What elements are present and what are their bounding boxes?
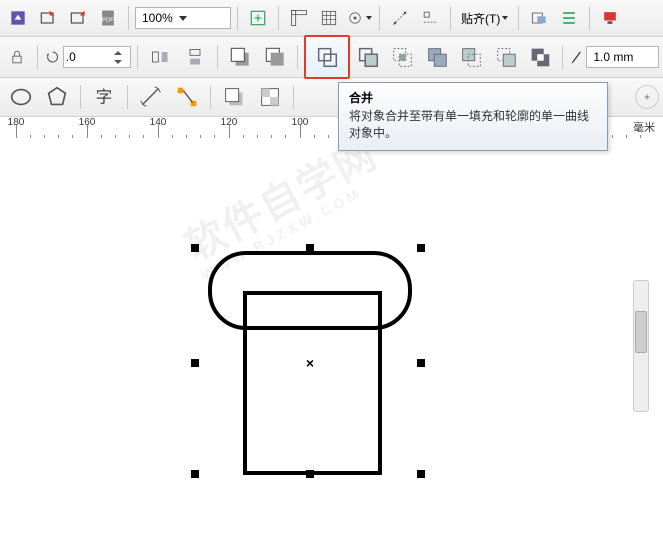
simplify-icon[interactable] bbox=[421, 41, 453, 73]
app-launcher-icon[interactable] bbox=[596, 4, 624, 32]
mirror-vertical-icon[interactable] bbox=[179, 41, 211, 73]
weld-tooltip: 合并 将对象合并至带有单一填充和轮廓的单一曲线对象中。 bbox=[338, 82, 608, 151]
ellipse-tool-icon[interactable] bbox=[4, 81, 38, 113]
import-icon[interactable] bbox=[34, 4, 62, 32]
alignment-guides-icon[interactable] bbox=[416, 4, 444, 32]
toolbar-row-2: 1.0 mm bbox=[0, 37, 663, 78]
selection-handle[interactable] bbox=[306, 470, 314, 478]
show-grid-icon[interactable] bbox=[315, 4, 343, 32]
snap-label: 贴齐(T) bbox=[461, 10, 500, 27]
rotation-spinner[interactable] bbox=[63, 46, 132, 68]
outline-pen-icon bbox=[569, 47, 584, 67]
tooltip-description: 将对象合并至带有单一填充和轮廓的单一曲线对象中。 bbox=[349, 108, 597, 142]
connector-tool-icon[interactable] bbox=[170, 81, 204, 113]
selection-handle[interactable] bbox=[417, 244, 425, 252]
dynamic-guides-icon[interactable] bbox=[386, 4, 414, 32]
zoom-value: 100% bbox=[142, 11, 173, 25]
back-minus-front-icon[interactable] bbox=[489, 41, 521, 73]
pdf-icon[interactable]: PDF bbox=[94, 4, 122, 32]
show-guides-icon[interactable] bbox=[345, 4, 373, 32]
chevron-down-icon bbox=[179, 16, 187, 21]
fullscreen-icon[interactable] bbox=[244, 4, 272, 32]
drop-shadow-icon[interactable] bbox=[217, 81, 251, 113]
intersect-icon[interactable] bbox=[386, 41, 418, 73]
vertical-scrollbar[interactable] bbox=[633, 280, 649, 412]
rotation-icon bbox=[44, 48, 61, 66]
toolbar-row-1: PDF 100% 贴齐(T) bbox=[0, 0, 663, 37]
text-tool-icon[interactable]: 字 bbox=[87, 81, 121, 113]
selection-group[interactable]: × bbox=[195, 248, 425, 478]
object-properties-icon[interactable] bbox=[555, 4, 583, 32]
mirror-horizontal-icon[interactable] bbox=[144, 41, 176, 73]
lock-icon[interactable] bbox=[4, 43, 31, 71]
overflow-icon[interactable] bbox=[635, 85, 659, 109]
selection-handle[interactable] bbox=[417, 470, 425, 478]
transparency-icon[interactable] bbox=[253, 81, 287, 113]
zoom-combo[interactable]: 100% bbox=[135, 7, 231, 29]
front-minus-back-icon[interactable] bbox=[455, 41, 487, 73]
scrollbar-thumb[interactable] bbox=[635, 311, 647, 353]
boundary-icon[interactable] bbox=[524, 41, 556, 73]
launch-icon[interactable] bbox=[4, 4, 32, 32]
show-rulers-icon[interactable] bbox=[285, 4, 313, 32]
chevron-down-icon bbox=[502, 16, 508, 20]
outline-width-value: 1.0 mm bbox=[593, 50, 633, 64]
rotation-input[interactable] bbox=[64, 50, 112, 64]
canvas[interactable]: 软件自学网 WWW.RJZXW.COM × bbox=[0, 138, 663, 533]
selection-center-icon: × bbox=[306, 355, 314, 371]
snap-dropdown[interactable]: 贴齐(T) bbox=[457, 10, 512, 27]
dimension-tool-icon[interactable] bbox=[134, 81, 168, 113]
tooltip-title: 合并 bbox=[349, 89, 597, 106]
weld-button[interactable] bbox=[304, 35, 350, 79]
polygon-tool-icon[interactable] bbox=[40, 81, 74, 113]
to-back-icon[interactable] bbox=[258, 41, 290, 73]
outline-width-combo[interactable]: 1.0 mm bbox=[586, 46, 659, 68]
ruler-unit: 毫米 bbox=[633, 119, 655, 135]
svg-text:PDF: PDF bbox=[102, 17, 114, 23]
trim-icon[interactable] bbox=[352, 41, 384, 73]
selection-handle[interactable] bbox=[191, 470, 199, 478]
selection-handle[interactable] bbox=[306, 244, 314, 252]
svg-text:字: 字 bbox=[96, 88, 113, 107]
selection-handle[interactable] bbox=[417, 359, 425, 367]
to-front-icon[interactable] bbox=[224, 41, 256, 73]
selection-handle[interactable] bbox=[191, 244, 199, 252]
export-icon[interactable] bbox=[64, 4, 92, 32]
options-icon[interactable] bbox=[525, 4, 553, 32]
selection-handle[interactable] bbox=[191, 359, 199, 367]
